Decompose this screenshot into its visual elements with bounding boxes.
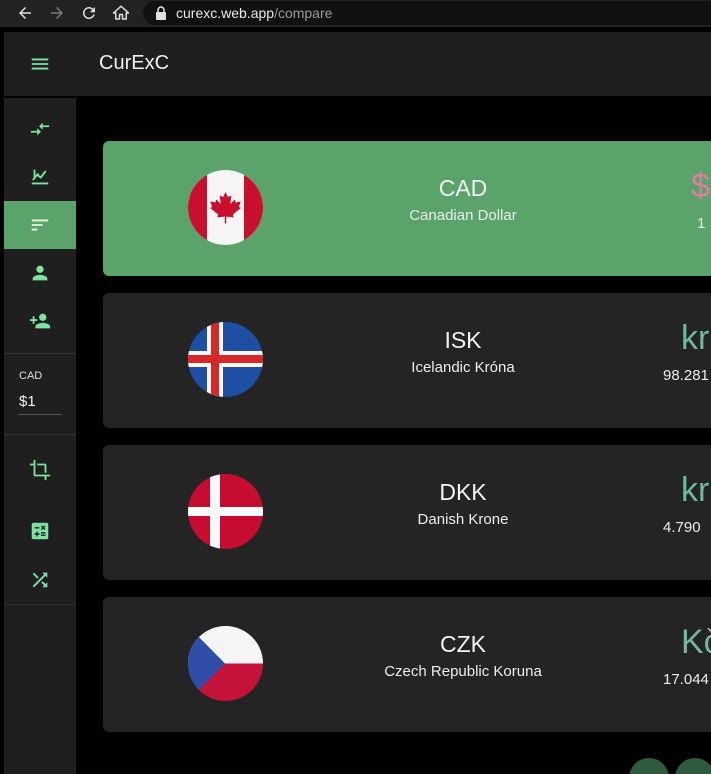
- currency-card[interactable]: CZK Czech Republic Koruna Kč 17.044: [103, 597, 711, 732]
- currency-name: Icelandic Króna: [411, 359, 515, 376]
- person-add-icon[interactable]: [4, 297, 76, 345]
- home-icon[interactable]: [109, 1, 133, 25]
- app-title: CurExC: [99, 52, 170, 74]
- menu-icon[interactable]: [28, 52, 52, 76]
- sidebar-divider: [4, 604, 76, 605]
- base-currency-label: CAD: [19, 370, 43, 382]
- currency-code: DKK: [439, 479, 487, 505]
- app-header: CurExC: [4, 32, 711, 96]
- currency-name: Canadian Dollar: [409, 207, 517, 224]
- fab-button[interactable]: [629, 758, 669, 774]
- canada-flag-icon: [188, 170, 263, 245]
- compare-list: CAD Canadian Dollar $ 1 ISK Icelandic Kr…: [76, 98, 711, 774]
- browser-toolbar: curexc.web.app/compare: [0, 0, 711, 27]
- currency-card[interactable]: DKK Danish Krone kr 4.790: [103, 445, 711, 580]
- sidebar-divider: [4, 434, 76, 435]
- shuffle-icon[interactable]: [4, 556, 76, 604]
- fab-button[interactable]: [675, 758, 711, 774]
- calculator-icon[interactable]: [4, 507, 76, 555]
- url-host: curexc.web.app: [176, 5, 275, 21]
- currency-amount: 98.281: [663, 367, 709, 384]
- currency-symbol: kr: [681, 471, 710, 509]
- currency-amount: 4.790: [663, 519, 701, 536]
- currency-code: CZK: [440, 631, 486, 657]
- person-icon[interactable]: [4, 249, 76, 297]
- chart-icon[interactable]: [4, 153, 76, 201]
- address-bar[interactable]: curexc.web.app/compare: [143, 1, 711, 25]
- lock-icon: [155, 6, 167, 20]
- currency-name: Danish Krone: [417, 511, 509, 528]
- currency-card-base[interactable]: CAD Canadian Dollar $ 1: [103, 141, 711, 276]
- crop-icon[interactable]: [4, 446, 76, 494]
- denmark-flag-icon: [188, 474, 263, 549]
- currency-code: ISK: [444, 327, 482, 353]
- currency-symbol: $: [691, 167, 710, 205]
- sidebar: CAD $1: [4, 98, 76, 774]
- compare-arrows-icon[interactable]: [4, 105, 76, 153]
- currency-code: CAD: [438, 175, 488, 201]
- url-path: /compare: [274, 5, 333, 21]
- czech-flag-icon: [188, 626, 263, 701]
- currency-amount: 1: [697, 215, 706, 232]
- back-icon[interactable]: [13, 1, 37, 25]
- sidebar-divider: [4, 353, 76, 354]
- sort-icon[interactable]: [4, 201, 76, 249]
- reload-icon[interactable]: [77, 1, 101, 25]
- currency-symbol: kr: [681, 319, 710, 357]
- forward-icon[interactable]: [45, 1, 69, 25]
- currency-name: Czech Republic Koruna: [384, 663, 542, 680]
- currency-amount: 17.044: [663, 671, 709, 688]
- base-currency-input[interactable]: $1: [19, 393, 61, 415]
- currency-card[interactable]: ISK Icelandic Króna kr 98.281: [103, 293, 711, 428]
- iceland-flag-icon: [188, 322, 263, 397]
- currency-symbol: Kč: [681, 623, 711, 661]
